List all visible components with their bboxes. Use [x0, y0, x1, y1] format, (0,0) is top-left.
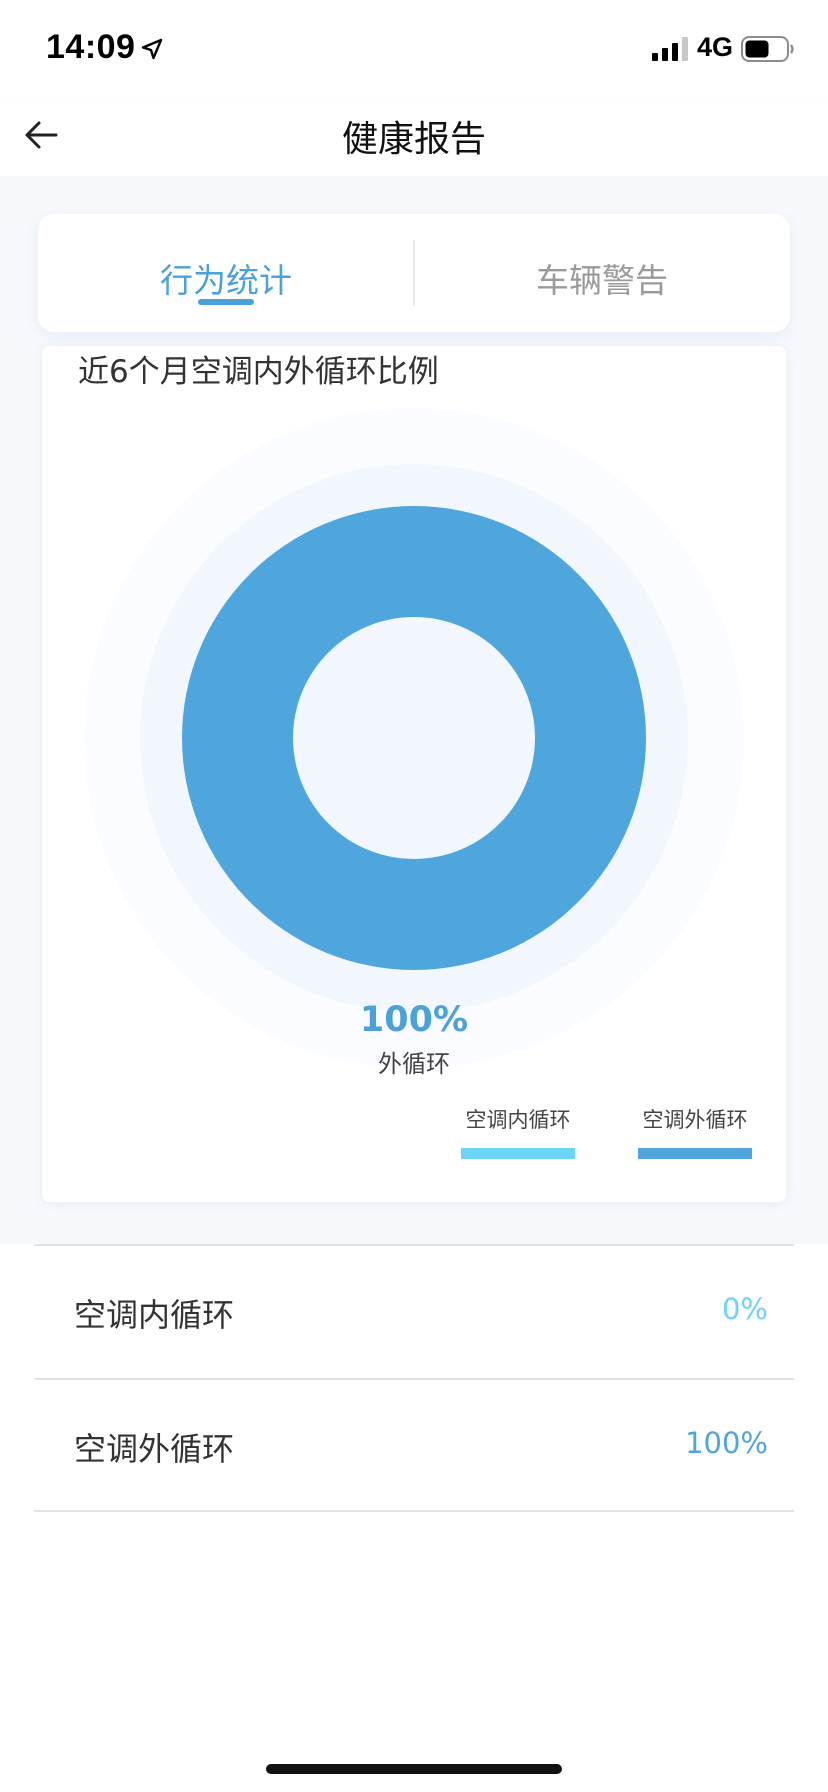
- legend-label: 空调内循环: [465, 1108, 571, 1132]
- tab-bar: 行为统计 车辆警告: [38, 214, 790, 332]
- health-report-screen: 14:09 4G 健康报告 行为统计 车辆警告 近6个月空调内外循环比例 100…: [0, 0, 828, 1792]
- stats-list: 空调内循环 0% 空调外循环 100%: [0, 1244, 828, 1512]
- nav-bar: 健康报告: [0, 100, 828, 176]
- list-item: 空调外循环 100%: [34, 1378, 794, 1512]
- battery-icon: [741, 36, 794, 62]
- page-title: 健康报告: [341, 119, 486, 160]
- stat-value: 100%: [685, 1426, 768, 1460]
- stat-label: 空调内循环: [74, 1296, 235, 1334]
- location-arrow-icon: [141, 38, 163, 60]
- tab-label: 行为统计: [160, 261, 292, 300]
- legend-swatch: [461, 1148, 575, 1159]
- chart-center-value: 100%: [359, 1000, 469, 1040]
- chart-center-label: 外循环: [378, 1050, 450, 1078]
- active-tab-indicator: [198, 299, 254, 305]
- stat-label: 空调外循环: [74, 1430, 235, 1468]
- tab-vehicle-warning[interactable]: 车辆警告: [414, 214, 790, 332]
- tab-label: 车辆警告: [536, 261, 668, 300]
- status-time: 14:09: [46, 28, 136, 66]
- legend-label: 空调外循环: [642, 1108, 748, 1132]
- network-type: 4G: [697, 32, 734, 62]
- status-bar: 14:09 4G: [0, 0, 828, 100]
- chart-title: 近6个月空调内外循环比例: [78, 354, 439, 390]
- legend-item-outer: 空调外循环: [638, 1104, 752, 1159]
- home-indicator[interactable]: [266, 1764, 562, 1774]
- list-item: 空调内循环 0%: [34, 1244, 794, 1378]
- tab-behavior-stats[interactable]: 行为统计: [38, 214, 414, 332]
- legend-swatch: [638, 1148, 752, 1159]
- signal-icon: [652, 37, 688, 61]
- stat-value: 0%: [721, 1292, 768, 1326]
- legend-item-inner: 空调内循环: [461, 1104, 575, 1159]
